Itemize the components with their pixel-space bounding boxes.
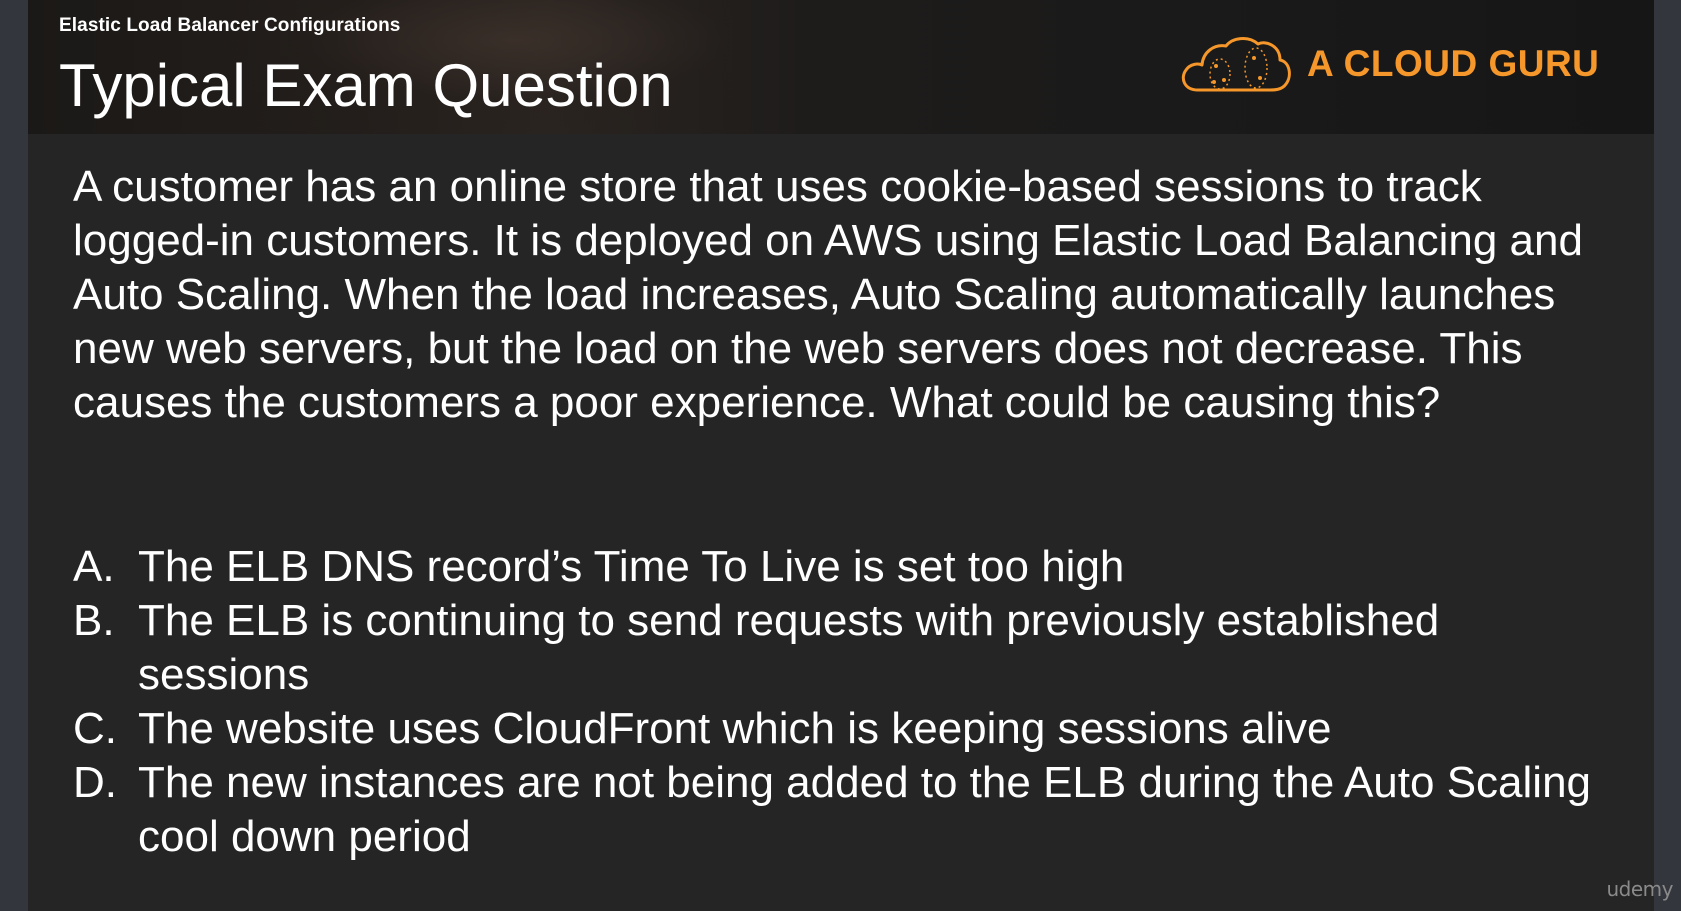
- answer-options: A. The ELB DNS record’s Time To Live is …: [73, 540, 1613, 864]
- brand: A CLOUD GURU: [1176, 30, 1636, 100]
- cloud-logo-icon: [1181, 37, 1291, 92]
- left-letterbox: [0, 0, 28, 911]
- option-d: D. The new instances are not being added…: [73, 756, 1613, 864]
- option-letter: C.: [73, 704, 117, 753]
- option-text: The website uses CloudFront which is kee…: [138, 704, 1332, 753]
- option-b: B. The ELB is continuing to send request…: [73, 594, 1613, 702]
- video-frame: Elastic Load Balancer Configurations Typ…: [0, 0, 1681, 911]
- slide: Elastic Load Balancer Configurations Typ…: [28, 0, 1654, 911]
- option-letter: A.: [73, 542, 115, 591]
- option-letter: B.: [73, 596, 115, 645]
- page-title: Typical Exam Question: [59, 52, 673, 119]
- option-text: The ELB DNS record’s Time To Live is set…: [138, 542, 1125, 591]
- option-a: A. The ELB DNS record’s Time To Live is …: [73, 540, 1613, 594]
- section-label: Elastic Load Balancer Configurations: [59, 15, 401, 36]
- option-text: The ELB is continuing to send requests w…: [138, 596, 1440, 699]
- brand-name: A CLOUD GURU: [1307, 43, 1600, 84]
- slide-header: Elastic Load Balancer Configurations Typ…: [28, 0, 1654, 134]
- question-text: A customer has an online store that uses…: [73, 162, 1583, 427]
- option-letter: D.: [73, 758, 117, 807]
- option-text: The new instances are not being added to…: [138, 758, 1592, 861]
- right-letterbox: [1654, 0, 1681, 911]
- udemy-watermark: udemy: [1606, 877, 1674, 901]
- option-c: C. The website uses CloudFront which is …: [73, 702, 1613, 756]
